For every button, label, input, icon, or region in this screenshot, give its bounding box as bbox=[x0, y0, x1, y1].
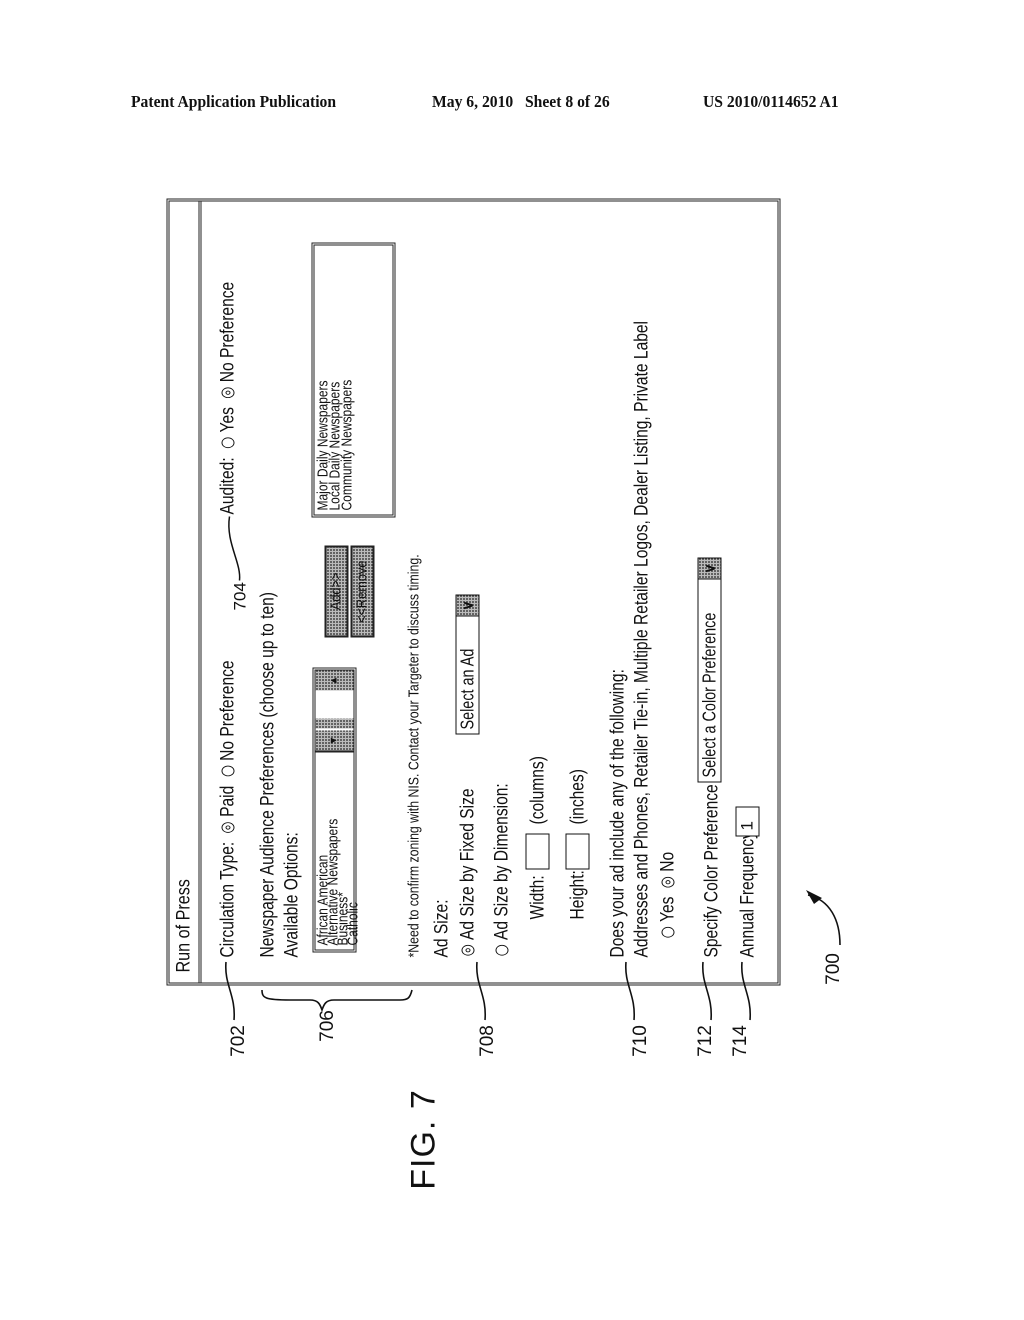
leader-708 bbox=[476, 961, 486, 1021]
leader-702 bbox=[225, 961, 235, 1021]
leader-700 bbox=[807, 894, 841, 946]
leader-712 bbox=[702, 961, 712, 1021]
leader-710 bbox=[625, 961, 635, 1021]
callout-leaders bbox=[225, 890, 841, 1021]
figure-label: FIG. 7 bbox=[404, 1089, 443, 1190]
leader-714 bbox=[741, 961, 751, 1021]
brace-706 bbox=[261, 989, 413, 1013]
arrowhead-700 bbox=[806, 890, 822, 904]
